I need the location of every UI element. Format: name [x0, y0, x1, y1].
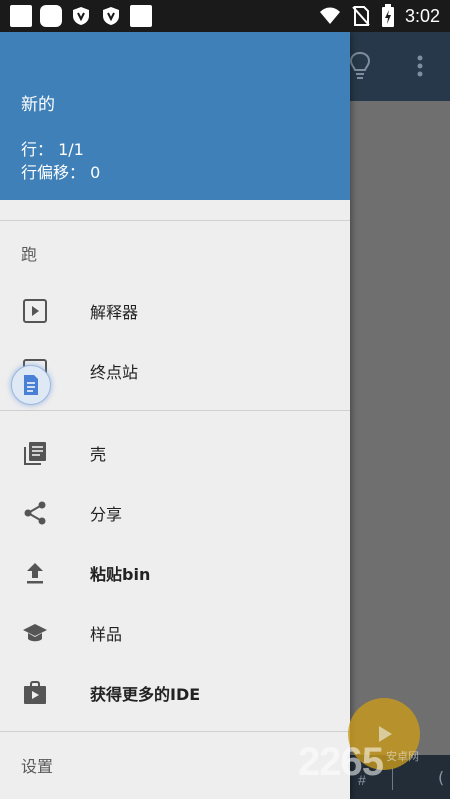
lightbulb-icon[interactable]	[347, 50, 373, 82]
line-info: 行： 1/1	[21, 140, 84, 159]
menu-item-get-more-ide[interactable]: 获得更多的IDE	[0, 662, 350, 722]
shield-v-icon	[73, 7, 89, 25]
menu-item-samples[interactable]: 样品	[0, 602, 350, 662]
menu-item-label: 分享	[90, 505, 123, 524]
floating-note-button[interactable]	[11, 365, 51, 405]
navigation-drawer: 新的 行： 1/1 行偏移： 0 跑 解释器 终点站 壳 分享 粘贴bin 样品…	[0, 32, 350, 799]
status-bar: 3:02	[0, 0, 450, 32]
share-icon	[24, 501, 46, 525]
menu-item-share[interactable]: 分享	[0, 482, 350, 542]
library-books-icon	[24, 442, 46, 465]
notification-rounded-icon	[40, 5, 62, 27]
clock: 3:02	[404, 5, 440, 26]
menu-item-label: 壳	[90, 445, 107, 464]
shield-v-icon-2	[103, 7, 119, 25]
section-run-label: 跑	[21, 245, 38, 264]
divider	[0, 220, 350, 221]
no-sim-icon	[352, 6, 370, 26]
more-vert-icon[interactable]	[416, 54, 424, 78]
system-icons: 3:02	[319, 4, 440, 28]
menu-item-label: 终点站	[90, 363, 139, 382]
drawer-header: 新的 行： 1/1 行偏移： 0	[0, 32, 350, 200]
menu-item-shell[interactable]: 壳	[0, 422, 350, 482]
symbol-divider	[392, 768, 393, 790]
school-icon	[23, 624, 47, 642]
menu-item-terminal[interactable]: 终点站	[0, 340, 350, 400]
notification-square-icon-2	[130, 5, 152, 27]
section-settings-label[interactable]: 设置	[21, 753, 53, 777]
menu-item-pastebin[interactable]: 粘贴bin	[0, 542, 350, 602]
line-offset-info: 行偏移： 0	[21, 163, 101, 182]
wifi-icon	[319, 7, 340, 24]
document-icon	[24, 375, 38, 395]
file-title: 新的	[21, 95, 55, 115]
upload-icon	[27, 563, 43, 584]
battery-charging-icon	[381, 4, 394, 27]
symbol-paren[interactable]: (	[438, 768, 444, 787]
menu-item-label: 样品	[90, 625, 123, 644]
notification-square-icon	[10, 5, 32, 27]
menu-item-label: 获得更多的IDE	[90, 685, 201, 704]
divider	[0, 410, 350, 411]
menu-item-label: 解释器	[90, 303, 139, 322]
menu-item-interpreter[interactable]: 解释器	[0, 280, 350, 340]
watermark-site: 安卓网	[386, 750, 419, 763]
watermark-logo: 2265	[298, 740, 384, 784]
shop-icon	[24, 681, 46, 704]
notification-icons	[10, 5, 152, 27]
menu-item-label: 粘贴bin	[90, 565, 151, 584]
divider	[0, 731, 350, 732]
play-box-icon	[23, 299, 47, 323]
